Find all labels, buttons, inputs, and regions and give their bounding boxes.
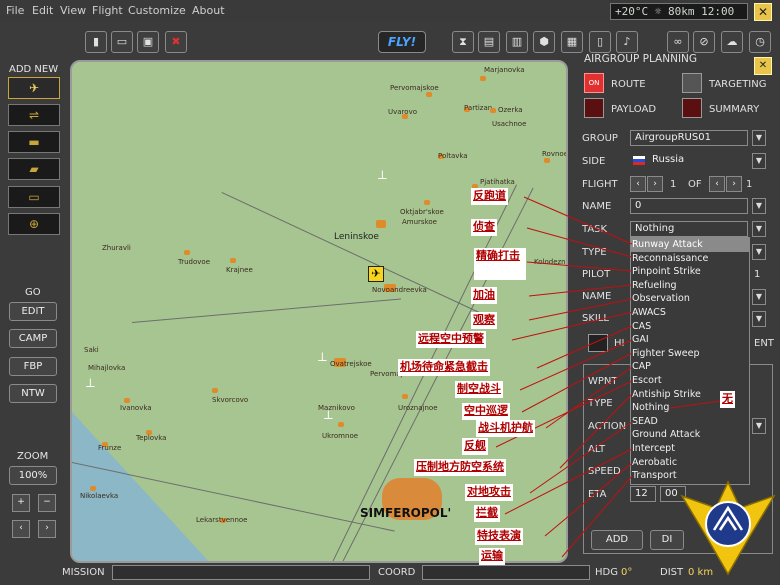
annotation-fighter-sweep: 空中巡逻: [462, 403, 510, 420]
coord-field: [422, 565, 590, 580]
annotation-runway-attack: 反跑道: [471, 188, 508, 205]
coord-label: COORD: [378, 567, 416, 578]
annotation-escort: 反舰: [462, 438, 488, 455]
annotation-reconnaissance: 侦查: [471, 219, 497, 236]
annotation-observation: 观察: [471, 312, 497, 329]
dist-label: DIST: [660, 567, 684, 578]
hdg-label: HDG: [595, 567, 618, 578]
annotation-sead: 对地攻击: [465, 484, 513, 501]
annotation-antiship-strike: 压制地方防空系统: [414, 459, 506, 476]
air-force-emblem: [680, 480, 776, 576]
annotation-cap: 战斗机护航: [476, 420, 535, 437]
annotation-cas: 机场待命紧急截击: [398, 359, 490, 376]
annotation-ground-attack: 拦截: [474, 505, 500, 522]
annotation-refueling: 加油: [471, 287, 497, 304]
mission-label: MISSION: [62, 567, 105, 578]
annotation-nothing: 无: [720, 391, 735, 408]
dist-value: 0 km: [688, 567, 714, 578]
annotation-awacs: 远程空中预警: [416, 331, 486, 348]
annotation-lines: [495, 196, 721, 558]
hdg-value: 0°: [621, 567, 633, 578]
annotation-intercept: 特技表演: [475, 528, 523, 545]
mission-field: [112, 565, 370, 580]
annotation-aerobatic: 运输: [479, 548, 505, 565]
annotation-gai: 制空战斗: [455, 381, 503, 398]
annotation-pinpoint-strike: 精确打击: [474, 248, 526, 280]
